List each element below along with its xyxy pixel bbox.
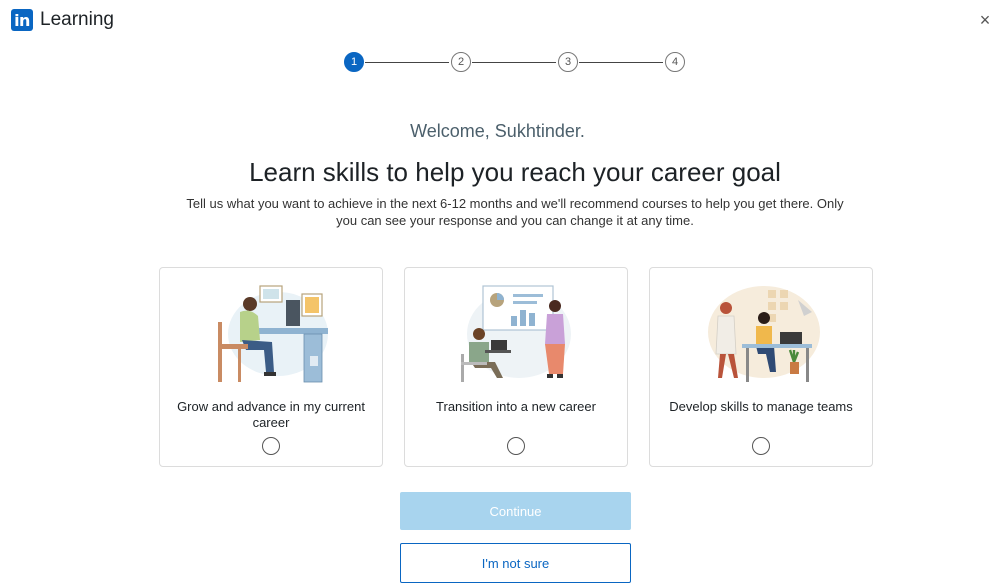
step-connector [579,62,663,63]
radio-button-grow[interactable] [262,437,280,455]
app-header: in Learning [11,9,114,31]
team-meeting-illustration [708,286,820,382]
option-label: Grow and advance in my current career [177,399,365,430]
step-connector [365,62,449,63]
close-icon[interactable]: × [975,10,995,30]
step-connector [472,62,556,63]
not-sure-button[interactable]: I'm not sure [400,543,631,583]
option-card-transition[interactable]: Transition into a new career [404,267,628,467]
step-2: 2 [451,52,471,72]
welcome-text: Welcome, Sukhtinder. [410,121,585,141]
progress-stepper: 1 2 3 4 [344,52,688,72]
continue-button[interactable]: Continue [400,492,631,530]
radio-button-transition[interactable] [507,437,525,455]
option-label: Develop skills to manage teams [669,399,853,414]
product-name: Learning [40,9,114,30]
page-description: Tell us what you want to achieve in the … [186,196,844,228]
person-at-desk-illustration [218,285,328,383]
linkedin-logo: in [11,9,33,31]
page-title: Learn skills to help you reach your care… [249,157,781,187]
step-4: 4 [665,52,685,72]
option-label: Transition into a new career [436,399,596,414]
step-3: 3 [558,52,578,72]
radio-button-manage[interactable] [752,437,770,455]
presentation-illustration [461,285,571,382]
option-card-manage[interactable]: Develop skills to manage teams [649,267,873,467]
option-card-grow[interactable]: Grow and advance in my current career [159,267,383,467]
step-1: 1 [344,52,364,72]
